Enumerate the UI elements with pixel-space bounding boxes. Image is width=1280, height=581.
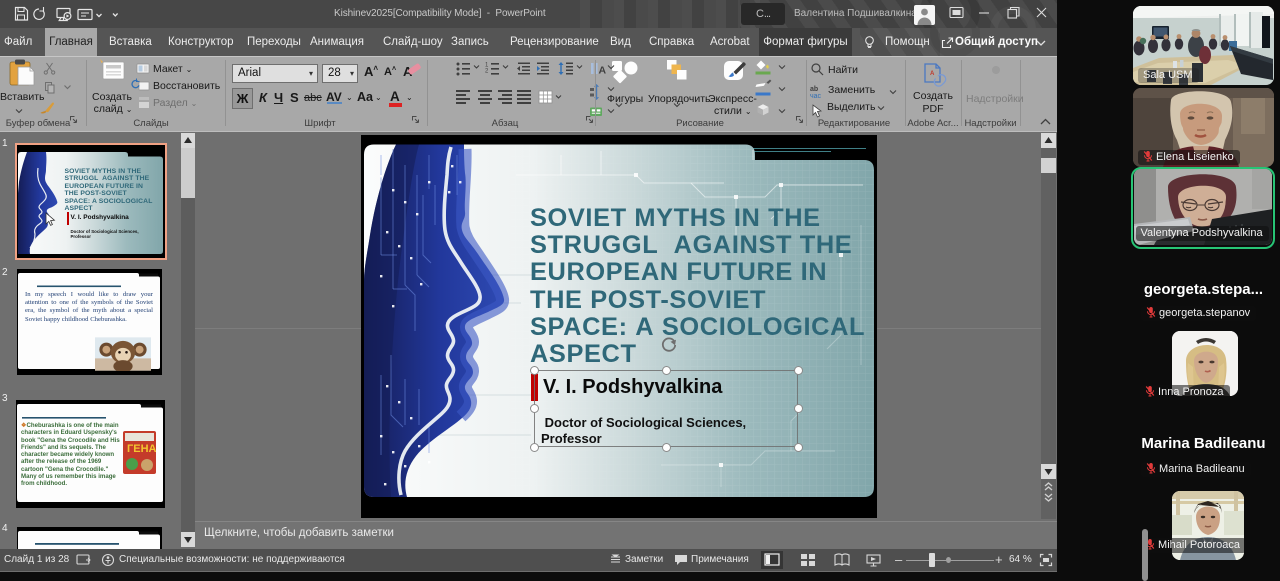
svg-text:A: A [930,71,935,77]
svg-text:ГЕНА: ГЕНА [127,443,156,455]
svg-text:A: A [599,65,607,77]
svg-text:час: час [810,93,822,100]
svg-text:ab: ab [810,86,818,93]
svg-text:2: 2 [485,69,489,75]
